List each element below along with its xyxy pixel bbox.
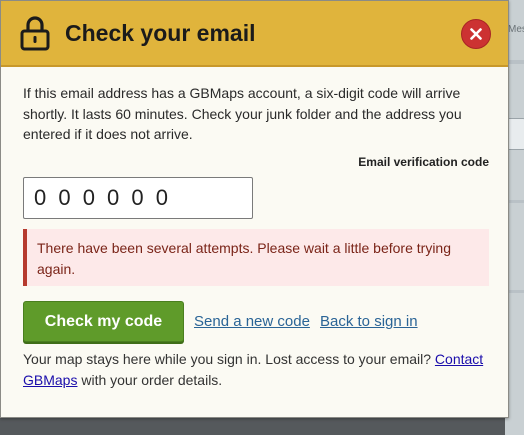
dialog-body: If this email address has a GBMaps accou… bbox=[23, 83, 489, 388]
map-place-label: Mes bbox=[508, 24, 524, 35]
back-to-sign-in-link[interactable]: Back to sign in bbox=[320, 313, 418, 330]
dialog-header: Check your email bbox=[1, 1, 508, 67]
footer-tail: with your order details. bbox=[81, 371, 223, 388]
check-code-button[interactable]: Check my code bbox=[23, 301, 184, 342]
intro-text: If this email address has a GBMaps accou… bbox=[23, 85, 462, 142]
footer-lead: Your map stays here while you sign in. L… bbox=[23, 351, 432, 367]
verification-dialog: Check your email If this email address h… bbox=[0, 0, 509, 418]
send-new-code-link[interactable]: Send a new code bbox=[194, 313, 310, 330]
verification-code-input[interactable] bbox=[23, 177, 253, 219]
close-icon bbox=[470, 28, 482, 40]
close-button[interactable] bbox=[461, 19, 491, 49]
code-field-label: Email verification code bbox=[358, 155, 489, 169]
rate-limit-alert: There have been several attempts. Please… bbox=[23, 229, 489, 286]
footer-text: Your map stays here while you sign in. L… bbox=[23, 349, 489, 390]
lock-icon bbox=[20, 16, 50, 51]
dialog-title: Check your email bbox=[65, 20, 256, 46]
